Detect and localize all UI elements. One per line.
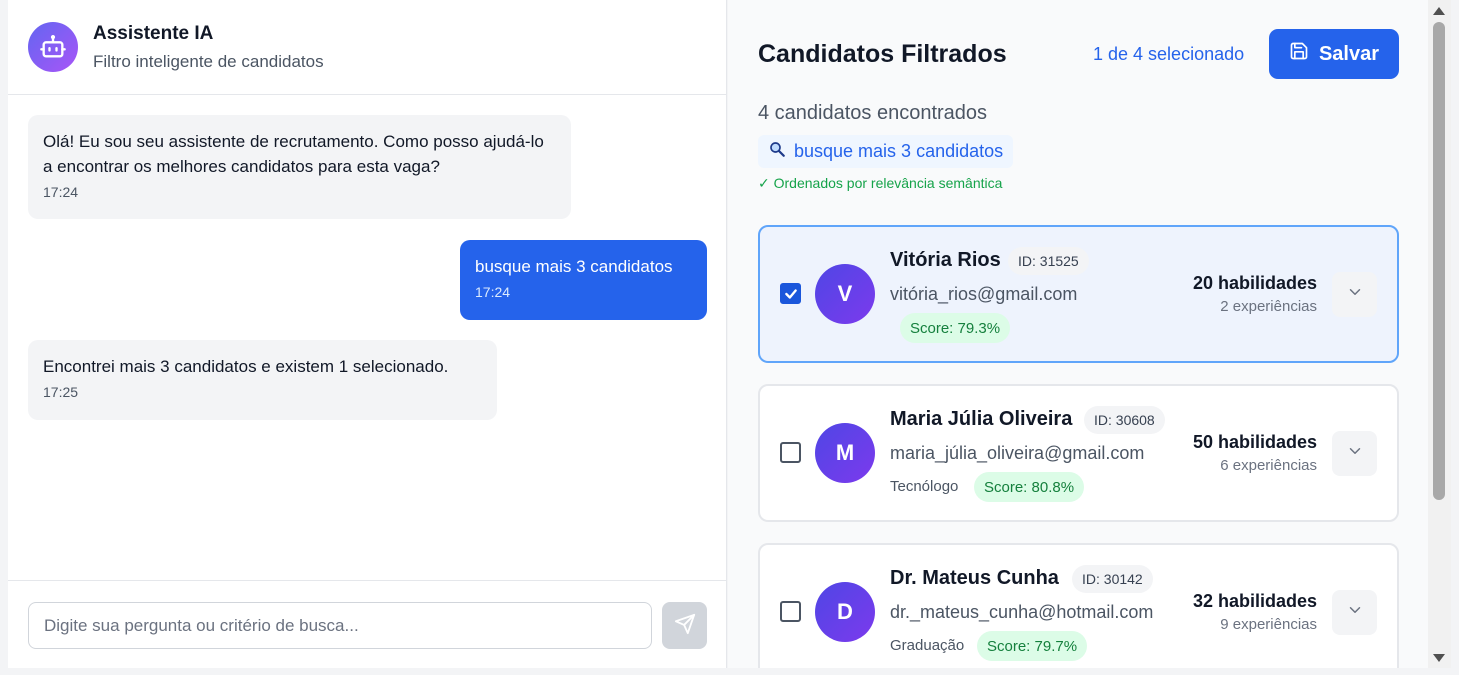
chat-panel: Assistente IA Filtro inteligente de cand… [8,0,727,668]
candidate-card[interactable]: D Dr. Mateus Cunha ID: 30142 dr._mateus_… [758,543,1399,668]
save-icon [1289,41,1309,67]
candidate-email: vitória_rios@gmail.com [890,284,1078,304]
scroll-down-arrow[interactable] [1433,654,1445,662]
candidate-name: Maria Júlia Oliveira [890,408,1073,430]
results-title: Candidatos Filtrados [758,40,1007,68]
candidate-id-badge: ID: 30608 [1084,406,1165,434]
avatar: D [815,582,875,642]
candidate-id-badge: ID: 30142 [1072,565,1153,593]
message-time: 17:25 [43,384,79,400]
send-button[interactable] [662,602,707,649]
expand-button[interactable] [1332,272,1377,317]
skills-count: 50 habilidades [1192,432,1317,452]
user-message: busque mais 3 candidatos 17:24 [460,240,707,320]
message-time: 17:24 [475,284,511,300]
candidate-degree: Tecnólogo [890,478,959,495]
expand-button[interactable] [1332,431,1377,476]
avatar: V [815,264,875,324]
chat-composer [8,580,727,668]
robot-icon [28,22,78,72]
score-badge: Score: 80.8% [974,472,1085,502]
experience-count: 6 experiências [1220,457,1317,474]
save-label: Salvar [1318,42,1380,65]
scroll-up-arrow[interactable] [1433,7,1445,15]
chevron-down-icon [1346,283,1364,306]
chevron-down-icon [1346,442,1364,465]
chat-input[interactable] [28,602,652,649]
avatar: M [815,423,875,483]
results-panel: Candidatos Filtrados 1 de 4 selecionado … [728,0,1428,668]
search-icon [768,140,786,163]
candidate-card[interactable]: M Maria Júlia Oliveira ID: 30608 maria_j… [758,384,1399,522]
assistant-message: Olá! Eu sou seu assistente de recrutamen… [28,115,571,219]
candidate-card[interactable]: V Vitória Rios ID: 31525 vitória_rios@gm… [758,225,1399,363]
message-text: busque mais 3 candidatos [475,257,673,276]
chat-subtitle: Filtro inteligente de candidatos [93,52,324,71]
candidate-id-badge: ID: 31525 [1008,247,1089,275]
scrollbar-thumb[interactable] [1433,22,1445,500]
candidate-name: Dr. Mateus Cunha [890,567,1059,589]
query-text: busque mais 3 candidatos [794,141,1004,161]
candidate-checkbox[interactable] [780,283,801,304]
candidate-email: maria_júlia_oliveira@gmail.com [890,443,1145,463]
candidate-name: Vitória Rios [890,249,1001,271]
query-chip: busque mais 3 candidatos [758,135,1014,168]
experience-count: 9 experiências [1220,616,1317,633]
message-time: 17:24 [43,184,79,200]
skills-count: 20 habilidades [1192,273,1317,293]
experience-count: 2 experiências [1220,298,1317,315]
scrollbar[interactable] [1428,0,1451,668]
message-text: Olá! Eu sou seu assistente de recrutamen… [43,132,544,176]
candidate-checkbox[interactable] [780,601,801,622]
candidate-email: dr._mateus_cunha@hotmail.com [890,602,1154,622]
score-badge: Score: 79.7% [977,631,1088,661]
chat-title: Assistente IA [93,23,214,44]
candidate-degree: Graduação [890,637,965,654]
chevron-down-icon [1346,601,1364,624]
results-count: 4 candidatos encontrados [758,102,988,124]
expand-button[interactable] [1332,590,1377,635]
selected-count: 1 de 4 selecionado [1093,44,1245,64]
skills-count: 32 habilidades [1192,591,1317,611]
save-button[interactable]: Salvar [1269,29,1399,79]
score-badge: Score: 79.3% [900,313,1011,343]
message-text: Encontrei mais 3 candidatos e existem 1 … [43,357,449,376]
assistant-message: Encontrei mais 3 candidatos e existem 1 … [28,340,497,420]
candidate-checkbox[interactable] [780,442,801,463]
chat-header: Assistente IA Filtro inteligente de cand… [8,0,726,95]
ordering-note: ✓ Ordenados por relevância semântica [758,175,1003,191]
send-icon [674,613,696,638]
